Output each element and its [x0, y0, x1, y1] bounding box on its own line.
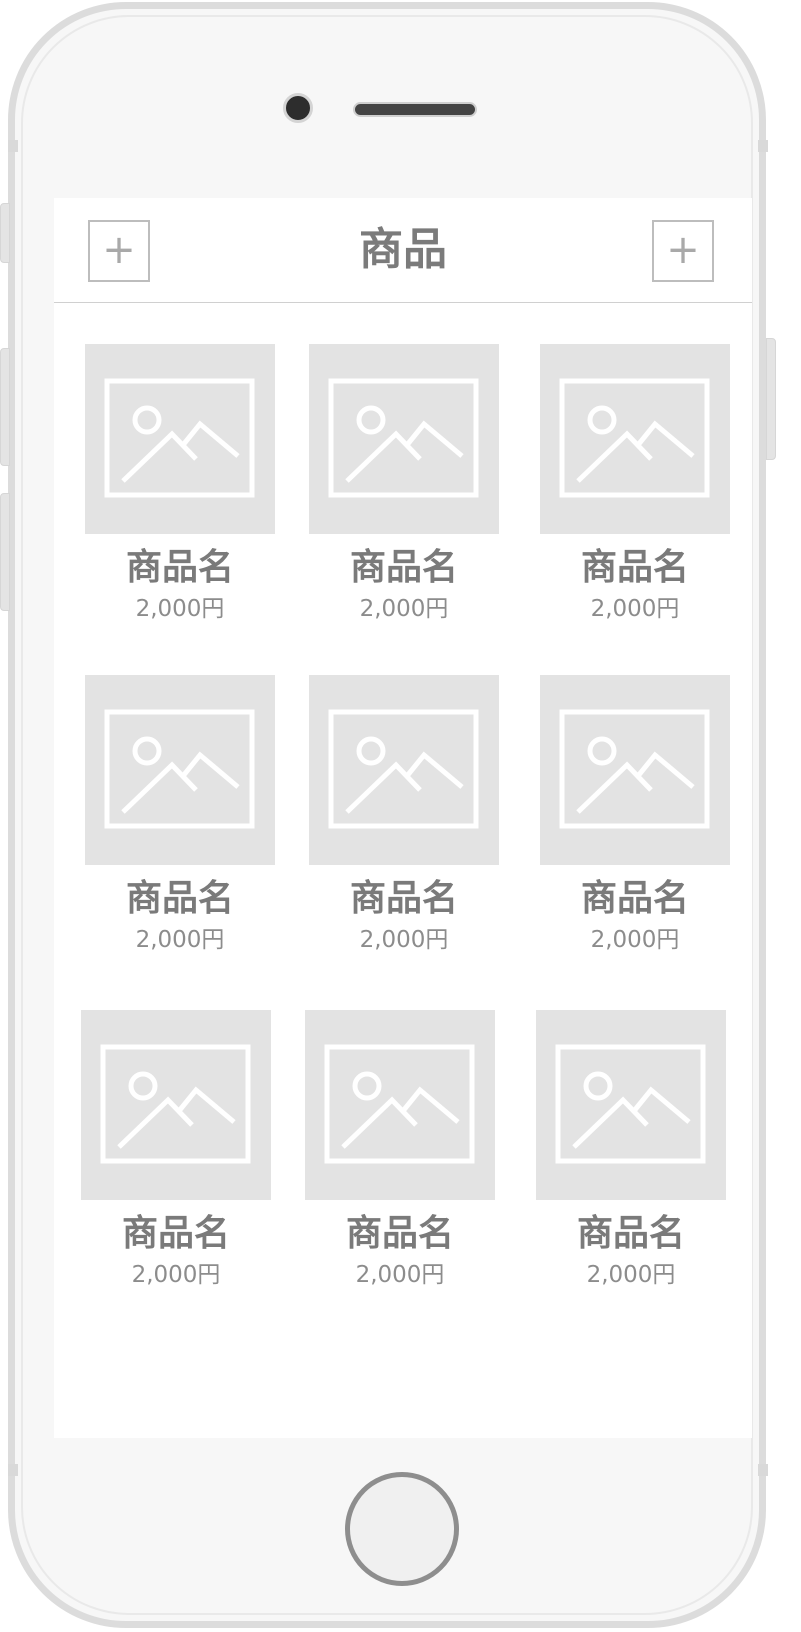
product-grid: 商品名 2,000円 商品名 2,000円 商品名 2,000円 商品名 2,0…: [54, 198, 752, 1438]
volume-up-button: [0, 348, 10, 466]
earpiece-speaker: [353, 102, 477, 117]
antenna-line-left-top: [8, 140, 18, 152]
product-name: 商品名: [576, 1213, 685, 1254]
product-price: 2,000円: [135, 596, 225, 622]
product-price: 2,000円: [590, 927, 680, 953]
home-button[interactable]: [345, 1472, 459, 1586]
product-price: 2,000円: [590, 596, 680, 622]
antenna-line-left-bottom: [8, 1464, 18, 1476]
product-name: 商品名: [345, 1213, 454, 1254]
image-placeholder-icon: [540, 675, 730, 865]
product-price: 2,000円: [355, 1262, 445, 1288]
image-placeholder-icon: [85, 675, 275, 865]
antenna-line-right-bottom: [758, 1464, 768, 1476]
antenna-line-right-top: [758, 140, 768, 152]
product-name: 商品名: [125, 878, 234, 919]
product-name: 商品名: [125, 547, 234, 588]
image-placeholder-icon: [309, 675, 499, 865]
product-price: 2,000円: [359, 596, 449, 622]
product-name: 商品名: [121, 1213, 230, 1254]
product-name: 商品名: [580, 878, 689, 919]
power-button: [766, 338, 776, 460]
product-price: 2,000円: [359, 927, 449, 953]
product-name: 商品名: [349, 878, 458, 919]
image-placeholder-icon: [81, 1010, 271, 1200]
product-name: 商品名: [349, 547, 458, 588]
image-placeholder-icon: [540, 344, 730, 534]
image-placeholder-icon: [85, 344, 275, 534]
front-camera: [283, 93, 313, 123]
image-placeholder-icon: [536, 1010, 726, 1200]
product-price: 2,000円: [135, 927, 225, 953]
product-name: 商品名: [580, 547, 689, 588]
silent-switch: [0, 203, 10, 263]
app-screen: + 商品 + 商品名 2,000円 商品名 2,000円 商品名 2,000円 …: [54, 198, 752, 1438]
image-placeholder-icon: [305, 1010, 495, 1200]
image-placeholder-icon: [309, 344, 499, 534]
product-price: 2,000円: [131, 1262, 221, 1288]
volume-down-button: [0, 493, 10, 611]
product-price: 2,000円: [586, 1262, 676, 1288]
